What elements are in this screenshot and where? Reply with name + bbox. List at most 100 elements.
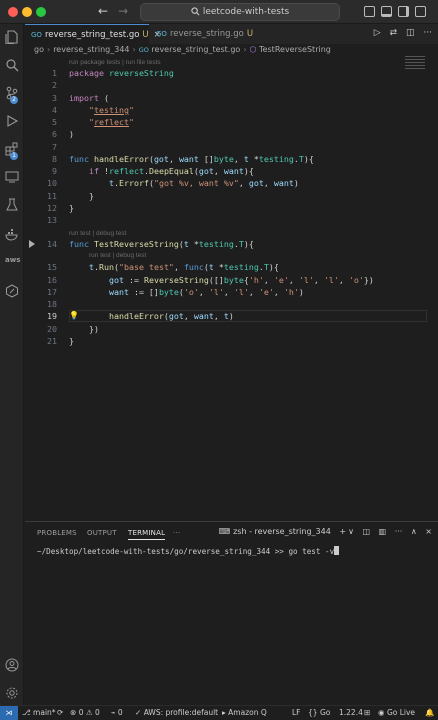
code-line-15: 15 t.Run("base test", func(t *testing.T)… — [47, 262, 279, 272]
code-editor[interactable]: run package tests | run file tests 1 pack… — [25, 56, 438, 521]
aws-check-icon: ✓ — [135, 708, 142, 717]
tab-terminal[interactable]: TERMINAL — [128, 529, 166, 540]
code-line-4: 4 "testing" — [52, 105, 134, 115]
remote-indicator-icon[interactable]: ⋊ — [0, 706, 18, 720]
minimize-window-button[interactable] — [22, 7, 32, 17]
split-terminal-icon[interactable]: ◫ — [362, 527, 370, 536]
breadcrumb-item-file[interactable]: reverse_string_test.go — [151, 45, 240, 54]
code-line-14: 14 func TestReverseString(t *testing.T){ — [25, 238, 438, 250]
status-bar: ⋊ ⎇ main* ⟳ ⊗ 0 ⚠ 0 ⌁ 0 ✓ AWS: profile:d… — [0, 705, 438, 720]
account-icon[interactable] — [5, 658, 19, 672]
breadcrumb-item-folder[interactable]: reverse_string_344 — [53, 45, 129, 54]
terminal-cursor — [334, 546, 340, 555]
forward-arrow-icon[interactable]: → — [118, 4, 128, 18]
toggle-panel-icon[interactable] — [381, 6, 392, 17]
compare-icon[interactable]: ⇄ — [390, 28, 398, 38]
problems-status[interactable]: ⊗ 0 ⚠ 0 — [70, 706, 100, 720]
branch-status[interactable]: ⎇ main* — [22, 706, 56, 720]
terminal-prompt: ~/Desktop/leetcode-with-tests/go/reverse… — [37, 547, 335, 556]
aws-icon[interactable]: aws — [5, 256, 20, 270]
code-line-8: 8 func handleError(got, want []byte, t *t… — [52, 154, 314, 164]
docker-icon[interactable] — [5, 228, 19, 242]
notifications-bell-icon[interactable]: 🔔 — [425, 706, 434, 720]
breadcrumb-separator: › — [243, 45, 247, 54]
code-line-13: 13 — [47, 215, 57, 225]
untracked-marker: U — [246, 29, 254, 39]
tab-output[interactable]: OUTPUT — [87, 529, 117, 537]
code-line-11: 11 } — [47, 191, 94, 201]
codelens-run-test[interactable]: run test | debug test — [69, 229, 126, 238]
codelens-run-subtest[interactable]: run test | debug test — [89, 251, 146, 260]
maximize-panel-icon[interactable]: ∧ — [411, 527, 417, 536]
warning-icon: ⚠ — [85, 708, 93, 717]
panel-more-icon[interactable]: ··· — [173, 529, 180, 537]
toggle-secondary-sidebar-icon[interactable] — [398, 6, 409, 17]
error-icon: ⊗ — [70, 708, 77, 717]
terminal-toolbar: ⌨ zsh - reverse_string_344 + ∨ ◫ ▥ ··· ∧ × — [213, 527, 432, 536]
remote-explorer-icon[interactable] — [5, 170, 19, 184]
breadcrumb: go › reverse_string_344 › GO reverse_string_… — [25, 44, 438, 56]
amazon-q-status[interactable]: ▸ Amazon Q — [222, 706, 267, 720]
breadcrumb-separator: › — [132, 45, 136, 54]
search-text: leetcode-with-tests — [202, 7, 290, 17]
hexagon-extension-icon[interactable] — [5, 284, 19, 298]
tab-reverse-string[interactable]: GO reverse_string.go U — [150, 24, 270, 44]
customize-layout-icon[interactable] — [415, 6, 426, 17]
broadcast-icon: ◉ — [378, 708, 385, 717]
sync-icon[interactable]: ⟳ — [57, 706, 63, 720]
code-line-6: 6) — [52, 129, 74, 139]
more-actions-icon[interactable]: ··· — [423, 28, 432, 38]
braces-icon: {} — [308, 708, 318, 717]
aws-profile-status[interactable]: ✓ AWS: profile:default — [135, 706, 218, 720]
run-icon[interactable]: ▷ — [374, 28, 381, 38]
maximize-window-button[interactable] — [36, 7, 46, 17]
ports-icon: ⌁ — [111, 708, 116, 717]
amazon-q-icon: ▸ — [222, 708, 226, 717]
command-center-search[interactable]: leetcode-with-tests — [140, 3, 340, 21]
editor-tab-bar: GO reverse_string_test.go U × GO reverse_str… — [25, 24, 438, 44]
codelens-package-tests[interactable]: run package tests | run file tests — [69, 58, 161, 67]
search-icon — [191, 7, 200, 16]
code-line-3: 3 import ( — [52, 93, 109, 103]
search-icon[interactable] — [5, 58, 19, 72]
tab-problems[interactable]: PROBLEMS — [37, 529, 77, 537]
terminal-dropdown-icon[interactable]: ∨ — [348, 527, 354, 536]
code-line-20: 20 }) — [47, 324, 99, 334]
source-control-badge: 2 — [10, 96, 18, 104]
editor-actions: ▷ ⇄ ◫ ··· — [368, 28, 432, 38]
code-line-19: 💡 19 handleError(got, want, t) — [25, 310, 438, 322]
split-editor-icon[interactable]: ◫ — [406, 28, 415, 38]
toggle-sidebar-icon[interactable] — [364, 6, 375, 17]
close-window-button[interactable] — [8, 7, 18, 17]
breadcrumb-item-go[interactable]: go — [34, 45, 44, 54]
ports-status[interactable]: ⌁ 0 — [111, 706, 123, 720]
code-line-17: 17 want := []byte('o', 'l', 'l', 'e', 'h… — [47, 287, 304, 297]
back-arrow-icon[interactable]: ← — [98, 4, 108, 18]
terminal-more-icon[interactable]: ··· — [395, 527, 403, 536]
trash-icon[interactable]: ▥ — [379, 527, 387, 536]
tab-label: reverse_string_test.go — [44, 30, 140, 40]
code-line-16: 16 got := ReverseString([]byte{'h', 'e',… — [47, 275, 374, 285]
eol-status[interactable]: LF — [292, 706, 301, 720]
close-panel-icon[interactable]: × — [425, 527, 432, 536]
new-terminal-icon[interactable]: + — [339, 527, 346, 536]
go-version-status[interactable]: 1.22.4 — [339, 706, 363, 720]
code-line-1: 1 package reverseString — [52, 68, 174, 78]
breadcrumb-item-function[interactable]: TestReverseString — [259, 45, 331, 54]
go-version-icon: ⊞ — [364, 708, 371, 717]
code-line-7: 7 — [52, 142, 57, 152]
untracked-marker: U — [142, 30, 149, 40]
tab-reverse-string-test[interactable]: GO reverse_string_test.go U × — [25, 24, 161, 44]
go-live-status[interactable]: ◉ Go Live — [378, 706, 415, 720]
explorer-icon[interactable] — [5, 30, 19, 45]
code-line-9: 9 if !reflect.DeepEqual(got, want){ — [52, 166, 254, 176]
terminal-name[interactable]: zsh - reverse_string_344 — [233, 527, 331, 536]
git-branch-icon: ⎇ — [22, 708, 31, 717]
terminal-output[interactable]: ~/Desktop/leetcode-with-tests/go/reverse… — [37, 546, 340, 556]
bottom-panel: PROBLEMS OUTPUT TERMINAL ··· ⌨ zsh - reve… — [25, 521, 438, 705]
testing-icon[interactable] — [5, 198, 19, 212]
function-symbol-icon: ⬡ — [249, 45, 257, 54]
settings-gear-icon[interactable] — [5, 686, 19, 700]
language-status[interactable]: {} Go — [308, 706, 330, 720]
run-debug-icon[interactable] — [5, 114, 19, 128]
